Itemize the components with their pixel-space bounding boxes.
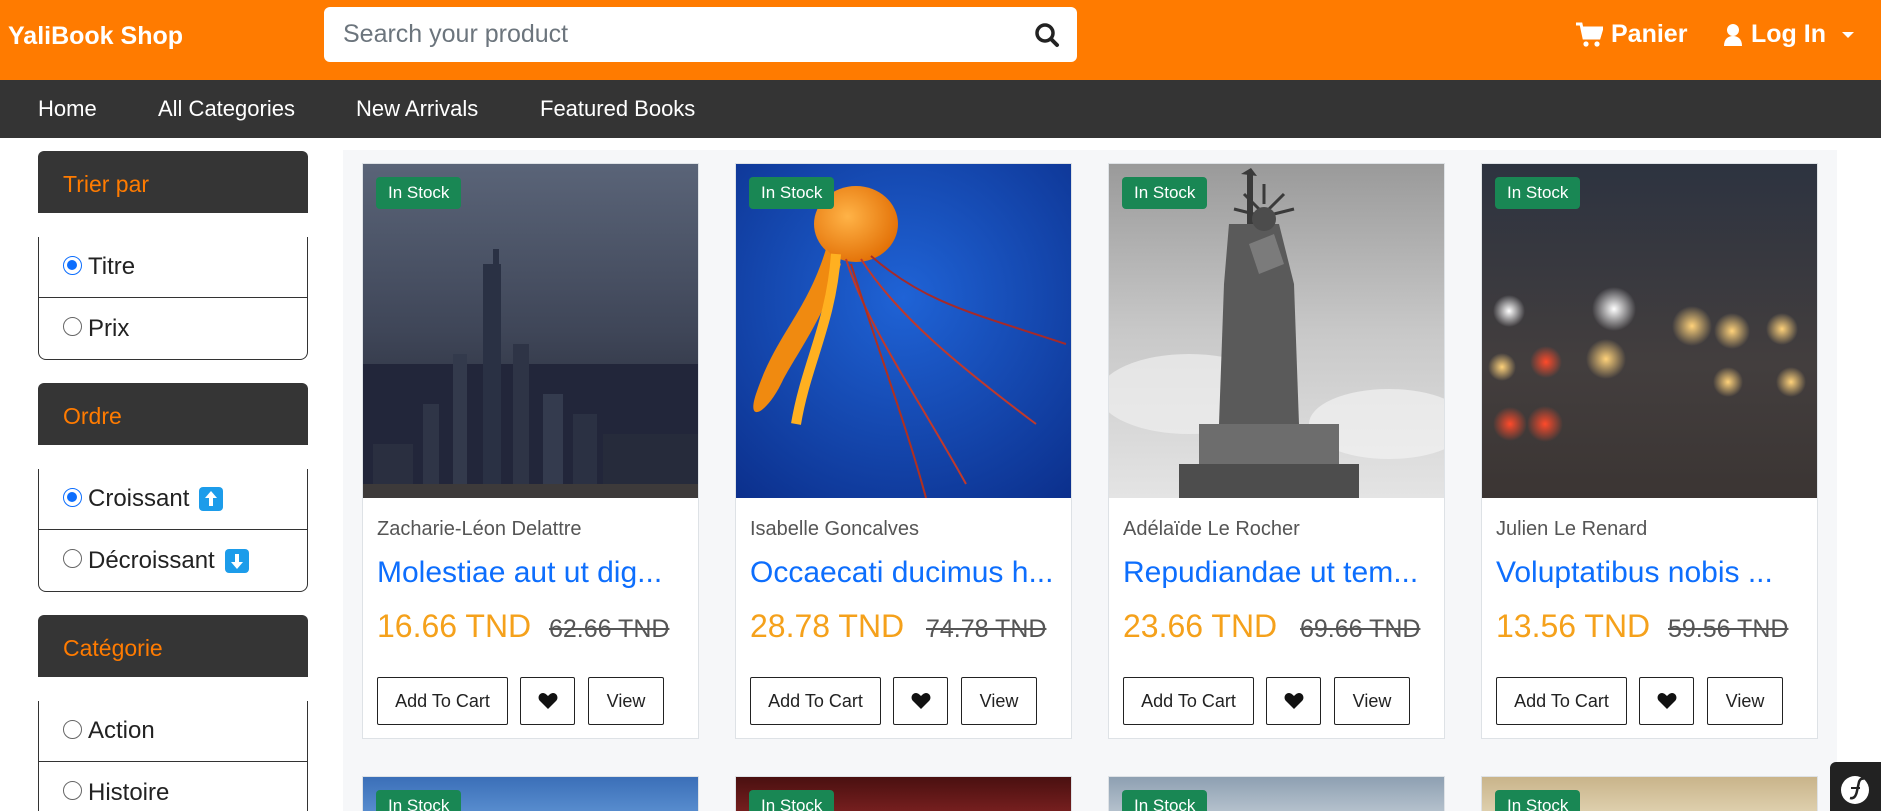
nav-featured-books[interactable]: Featured Books	[540, 96, 695, 122]
product-price: 23.66 TND	[1123, 608, 1278, 644]
product-price: 28.78 TND	[750, 608, 905, 644]
symfony-icon	[1841, 776, 1869, 804]
product-image[interactable]: In Stock	[736, 164, 1071, 498]
cart-link[interactable]: Panier	[1575, 20, 1687, 49]
product-author: Zacharie-Léon Delattre	[377, 518, 582, 540]
option-label: Histoire	[88, 778, 170, 806]
product-author: Adélaïde Le Rocher	[1123, 518, 1300, 540]
search-icon	[1035, 23, 1059, 47]
product-card-partial[interactable]: In Stock	[1481, 776, 1818, 811]
stock-badge: In Stock	[749, 790, 835, 811]
product-card: In Stock Zacharie-Léon Delattre Molestia…	[362, 163, 699, 739]
brand-logo[interactable]: YaliBook Shop	[8, 22, 183, 51]
arrow-up-icon	[199, 487, 224, 511]
wishlist-button[interactable]	[1266, 677, 1321, 725]
category-option-histoire[interactable]: Histoire	[39, 762, 307, 811]
stock-badge: In Stock	[376, 177, 462, 209]
login-label: Log In	[1751, 20, 1826, 48]
product-price: 16.66 TND	[377, 608, 532, 644]
arrow-down-icon	[224, 548, 249, 573]
nav-new-arrivals[interactable]: New Arrivals	[356, 96, 478, 122]
order-option-asc[interactable]: Croissant	[39, 469, 307, 530]
option-label: Action	[88, 717, 155, 744]
login-dropdown[interactable]: Log In	[1723, 20, 1856, 49]
product-title[interactable]: Voluptatibus nobis ...	[1496, 556, 1806, 590]
product-price: 13.56 TND	[1496, 608, 1651, 644]
sort-option-title[interactable]: Titre	[39, 237, 307, 298]
wishlist-button[interactable]	[520, 677, 575, 725]
heart-icon	[911, 693, 930, 709]
product-old-price: 59.56 TND	[1668, 615, 1789, 643]
product-card: In Stock Julien Le Renard Voluptatibus n…	[1481, 163, 1818, 739]
product-title[interactable]: Occaecati ducimus h...	[750, 556, 1060, 590]
category-options: Action Histoire	[38, 701, 308, 811]
stock-badge: In Stock	[1495, 177, 1581, 209]
order-option-desc[interactable]: Décroissant	[39, 530, 307, 591]
cart-label: Panier	[1611, 20, 1688, 48]
sort-option-price[interactable]: Prix	[39, 298, 307, 359]
radio-unchecked[interactable]	[63, 781, 82, 800]
search-button[interactable]	[1029, 17, 1065, 53]
heart-icon	[1284, 693, 1303, 709]
order-options: Croissant Décroissant	[38, 469, 308, 592]
product-old-price: 62.66 TND	[549, 615, 670, 643]
add-to-cart-button[interactable]: Add To Cart	[377, 677, 508, 725]
product-card-partial[interactable]: In Stock	[1108, 776, 1445, 811]
radio-unchecked[interactable]	[63, 317, 82, 336]
add-to-cart-button[interactable]: Add To Cart	[1496, 677, 1627, 725]
product-image[interactable]: In Stock	[1109, 164, 1444, 498]
product-author: Isabelle Goncalves	[750, 518, 919, 540]
main-nav: Home All Categories New Arrivals Feature…	[0, 80, 1881, 138]
symfony-toolbar-toggle[interactable]	[1830, 762, 1881, 811]
nav-all-categories[interactable]: All Categories	[158, 96, 295, 122]
radio-unchecked[interactable]	[63, 719, 82, 739]
wishlist-button[interactable]	[893, 677, 948, 725]
product-card: In Stock Isabelle Goncalves Occaecati du…	[735, 163, 1072, 739]
product-title[interactable]: Molestiae aut ut dig...	[377, 556, 687, 590]
search-box	[324, 7, 1077, 62]
heart-icon	[538, 693, 557, 709]
view-button[interactable]: View	[1707, 677, 1783, 725]
add-to-cart-button[interactable]: Add To Cart	[750, 677, 881, 725]
radio-checked[interactable]	[63, 487, 82, 507]
option-label: Croissant	[88, 485, 190, 512]
stock-badge: In Stock	[376, 790, 462, 811]
top-header: YaliBook Shop Panier Log In	[0, 0, 1881, 80]
nav-home[interactable]: Home	[38, 96, 97, 122]
sort-options: Titre Prix	[38, 237, 308, 360]
product-card: In Stock Adélaïde Le Rocher Repudiandae …	[1108, 163, 1445, 739]
view-button[interactable]: View	[588, 677, 664, 725]
product-old-price: 74.78 TND	[926, 615, 1047, 643]
product-image[interactable]: In Stock	[1482, 164, 1817, 498]
product-card-partial[interactable]: In Stock	[362, 776, 699, 811]
wishlist-button[interactable]	[1639, 677, 1694, 725]
option-label: Décroissant	[88, 546, 215, 574]
search-input[interactable]	[324, 7, 1014, 62]
heart-icon	[1657, 693, 1676, 709]
category-header: Catégorie	[38, 615, 308, 677]
product-old-price: 69.66 TND	[1300, 615, 1421, 643]
stock-badge: In Stock	[1495, 790, 1581, 811]
sort-header: Trier par	[38, 151, 308, 213]
view-button[interactable]: View	[1334, 677, 1410, 725]
add-to-cart-button[interactable]: Add To Cart	[1123, 677, 1254, 725]
option-label: Prix	[88, 314, 130, 342]
category-option-action[interactable]: Action	[39, 701, 307, 762]
radio-checked[interactable]	[63, 255, 82, 275]
product-author: Julien Le Renard	[1496, 518, 1648, 540]
option-label: Titre	[88, 253, 136, 280]
product-image[interactable]: In Stock	[363, 164, 698, 498]
product-title[interactable]: Repudiandae ut tem...	[1123, 556, 1433, 590]
view-button[interactable]: View	[961, 677, 1037, 725]
caret-down-icon	[1841, 31, 1854, 38]
radio-unchecked[interactable]	[63, 549, 82, 568]
user-icon	[1724, 23, 1742, 46]
order-header: Ordre	[38, 383, 308, 445]
cart-icon	[1576, 22, 1603, 47]
stock-badge: In Stock	[749, 177, 835, 209]
product-card-partial[interactable]: In Stock	[735, 776, 1072, 811]
stock-badge: In Stock	[1122, 177, 1208, 209]
stock-badge: In Stock	[1122, 790, 1208, 811]
